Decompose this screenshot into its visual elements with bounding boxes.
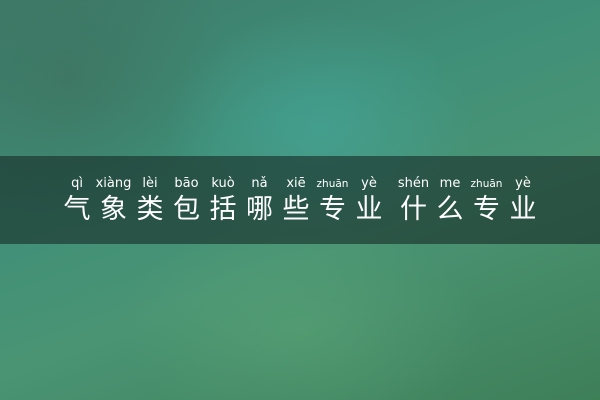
hanzi-char: 气 <box>63 194 91 225</box>
pinyin-label: me <box>439 176 461 191</box>
pinyin-label: nǎ <box>251 176 268 191</box>
title-char: xiàng 象 <box>95 176 132 226</box>
hanzi-char: 业 <box>509 194 537 225</box>
pinyin-label: yè <box>515 176 531 191</box>
title-char: zhuān 专 <box>314 176 351 226</box>
hanzi-char: 业 <box>355 194 383 225</box>
pinyin-label: bāo <box>174 176 199 191</box>
title-char: zhuān 专 <box>468 176 505 226</box>
hanzi-char: 专 <box>319 194 346 225</box>
hanzi-char: 什 <box>400 194 427 225</box>
hanzi-char: 括 <box>209 194 237 225</box>
hanzi-char: 些 <box>282 194 310 225</box>
pinyin-label: zhuān <box>316 178 349 190</box>
pinyin-label: xiàng <box>95 176 132 191</box>
hanzi-char: 象 <box>100 194 127 225</box>
pinyin-label: zhuān <box>470 178 503 190</box>
title-char: xiē 些 <box>278 176 315 226</box>
hanzi-char: 类 <box>136 194 164 225</box>
hanzi-char: 专 <box>473 194 500 225</box>
pinyin-label: xiē <box>286 176 306 191</box>
title-char: nǎ 哪 <box>241 176 278 226</box>
pinyin-label: shén <box>397 176 430 191</box>
title-char: lèi 类 <box>132 176 169 226</box>
pinyin-label: lèi <box>142 176 158 191</box>
hanzi-char: 哪 <box>246 194 273 225</box>
title-char: qì 气 <box>59 176 96 226</box>
title-char: shén 什 <box>395 176 432 226</box>
title-char: yè 业 <box>505 176 542 226</box>
hanzi-char: 包 <box>173 194 200 225</box>
title-char: kuò 括 <box>205 176 242 226</box>
pinyin-title: qì 气 xiàng 象 lèi 类 bāo 包 kuò 括 nǎ 哪 xiē … <box>0 176 600 226</box>
pinyin-label: yè <box>361 176 377 191</box>
title-char: yè 业 <box>351 176 388 226</box>
title-char: me 么 <box>432 176 469 226</box>
pinyin-label: qì <box>71 176 83 191</box>
title-char: bāo 包 <box>168 176 205 226</box>
hanzi-char: 么 <box>436 194 464 225</box>
pinyin-label: kuò <box>211 176 235 191</box>
